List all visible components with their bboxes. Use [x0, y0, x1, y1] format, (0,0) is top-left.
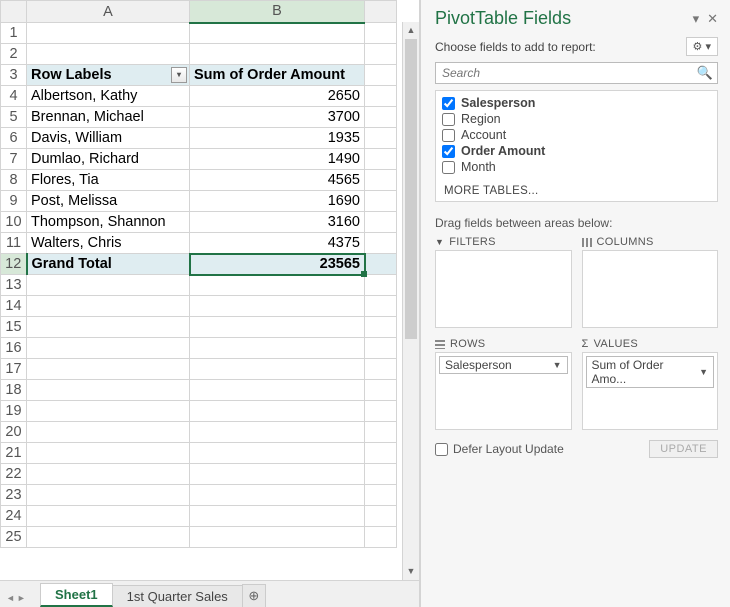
defer-layout-checkbox[interactable]: Defer Layout Update	[435, 442, 564, 456]
drag-hint: Drag fields between areas below:	[435, 216, 718, 230]
field-region[interactable]: Region	[442, 111, 711, 127]
values-chip-sum-order[interactable]: Sum of Order Amo...▼	[586, 356, 715, 388]
area-filters[interactable]	[435, 250, 572, 328]
field-salesperson[interactable]: Salesperson	[442, 95, 711, 111]
col-header-a[interactable]: A	[27, 1, 190, 23]
rows-chip-salesperson[interactable]: Salesperson▼	[439, 356, 568, 374]
pivot-rowlabels-header[interactable]: Row Labels ▾	[27, 65, 190, 86]
select-all-corner[interactable]	[1, 1, 27, 23]
pane-dropdown-icon[interactable]: ▾	[693, 11, 700, 27]
area-values-label: VALUES	[594, 338, 638, 350]
area-rows-label: ROWS	[450, 338, 485, 350]
add-sheet-icon[interactable]: ⊕	[242, 584, 266, 607]
grand-total-value[interactable]: 23565	[190, 254, 365, 275]
columns-icon	[582, 238, 592, 247]
vertical-scrollbar[interactable]: ▲ ▼	[402, 22, 419, 580]
field-month[interactable]: Month	[442, 159, 711, 175]
spreadsheet-grid[interactable]: A B 1 2 3 Row Labels ▾ Sum of Order Amou…	[0, 0, 397, 548]
pane-title: PivotTable Fields	[435, 8, 571, 29]
chevron-down-icon[interactable]: ▼	[553, 360, 562, 370]
field-order-amount[interactable]: Order Amount	[442, 143, 711, 159]
scroll-down-icon[interactable]: ▼	[403, 563, 419, 580]
filter-icon	[435, 236, 444, 248]
rows-icon	[435, 340, 445, 349]
col-header-b[interactable]: B	[190, 1, 365, 23]
area-filters-label: FILTERS	[449, 236, 496, 248]
row-header[interactable]: 3	[1, 65, 27, 86]
row-header[interactable]: 1	[1, 23, 27, 44]
sigma-icon	[582, 338, 589, 350]
sheet-tab-bar: ◄► Sheet1 1st Quarter Sales ⊕	[0, 580, 419, 607]
spreadsheet-area: A B 1 2 3 Row Labels ▾ Sum of Order Amou…	[0, 0, 420, 607]
pane-subtitle: Choose fields to add to report:	[435, 40, 596, 54]
row-header[interactable]: 2	[1, 44, 27, 65]
field-list: Salesperson Region Account Order Amount …	[435, 90, 718, 202]
area-columns[interactable]	[582, 250, 719, 328]
field-account[interactable]: Account	[442, 127, 711, 143]
update-button[interactable]: UPDATE	[649, 440, 718, 458]
pivottable-fields-pane: PivotTable Fields ▾ ✕ Choose fields to a…	[420, 0, 730, 607]
pivot-sum-header[interactable]: Sum of Order Amount	[190, 65, 365, 86]
tools-button[interactable]: ⚙ ▾	[686, 37, 718, 56]
tab-nav-arrows[interactable]: ◄►	[6, 593, 26, 603]
more-tables-link[interactable]: MORE TABLES...	[444, 185, 711, 197]
search-icon: 🔍	[697, 65, 713, 81]
col-header-c[interactable]	[365, 1, 397, 23]
area-rows[interactable]: Salesperson▼	[435, 352, 572, 430]
field-search-input[interactable]	[435, 62, 718, 84]
chevron-down-icon: ▾	[705, 41, 711, 53]
scroll-up-icon[interactable]: ▲	[403, 22, 419, 39]
pane-close-icon[interactable]: ✕	[707, 11, 718, 27]
sheet-tab[interactable]: 1st Quarter Sales	[112, 585, 243, 607]
pivot-rowlabels-text: Row Labels	[31, 67, 112, 83]
filter-dropdown-icon[interactable]: ▾	[171, 67, 187, 83]
chevron-down-icon[interactable]: ▼	[699, 367, 708, 377]
area-values[interactable]: Sum of Order Amo...▼	[582, 352, 719, 430]
sheet-tab-active[interactable]: Sheet1	[40, 583, 113, 607]
area-columns-label: COLUMNS	[597, 236, 654, 248]
gear-icon: ⚙	[693, 41, 703, 53]
scroll-thumb[interactable]	[405, 39, 417, 339]
grand-total-label[interactable]: Grand Total	[27, 254, 190, 275]
